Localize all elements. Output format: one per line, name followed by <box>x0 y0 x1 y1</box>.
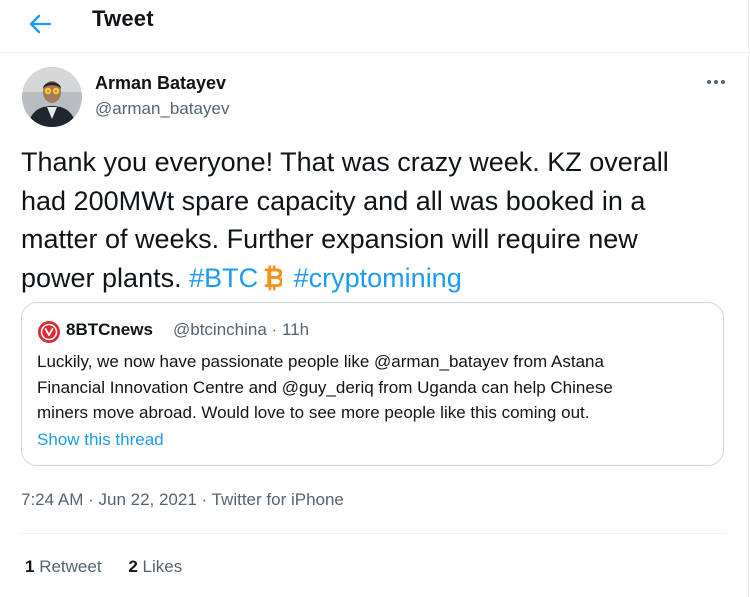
tweet-text: Thank you everyone! That was crazy week.… <box>21 143 721 301</box>
tweet-timestamp: 7:24 AM · Jun 22, 2021 · Twitter for iPh… <box>21 490 344 510</box>
quoted-line: Luckily, we now have passionate people l… <box>37 352 604 371</box>
hashtag-cryptomining[interactable]: #cryptomining <box>294 263 462 293</box>
meta-separator: · <box>83 490 99 509</box>
meta-separator: · <box>271 320 278 339</box>
tweet-line-text: power plants. <box>21 262 190 293</box>
more-horizontal-icon <box>707 80 725 84</box>
author-handle[interactable]: @arman_batayev <box>95 99 229 119</box>
meta-separator: · <box>196 490 212 509</box>
tweet-line: had 200MWt spare capacity and all was bo… <box>21 185 646 216</box>
tweet-page: Tweet Arman Batayev @arman_batayev Thank… <box>0 0 749 597</box>
quoted-line: Financial Innovation Centre and @guy_der… <box>37 377 613 397</box>
arrow-left-icon <box>29 14 52 34</box>
8btc-logo-icon <box>38 321 60 343</box>
avatar[interactable] <box>22 67 82 127</box>
quoted-author-name: 8BTCnews <box>66 320 153 339</box>
tweet-stats: 1 Retweet 2 Likes <box>25 557 204 577</box>
quoted-tweet[interactable]: 8BTCnews @btcinchina · 11h Luckily, we n… <box>21 302 724 466</box>
show-thread-link[interactable]: Show this thread <box>37 430 164 450</box>
likes-stat[interactable]: 2 Likes <box>128 557 182 576</box>
svg-text:₿: ₿ <box>263 263 282 291</box>
tweet-line: matter of weeks. Further expansion will … <box>21 224 638 254</box>
quoted-author-handle: @btcinchina <box>173 320 267 339</box>
retweets-stat[interactable]: 1 Retweet <box>25 557 102 576</box>
retweets-label: Retweet <box>39 557 102 576</box>
tweet-time[interactable]: 7:24 AM <box>21 490 83 509</box>
likes-label: Likes <box>142 557 183 576</box>
tweet-date[interactable]: Jun 22, 2021 <box>98 490 196 509</box>
tweet-line: Thank you everyone! That was crazy week.… <box>21 147 669 177</box>
more-button[interactable] <box>702 68 730 96</box>
quoted-time: 11h <box>281 320 310 339</box>
back-button[interactable] <box>26 9 56 39</box>
bitcoin-icon: ₿ <box>262 263 285 302</box>
quoted-line: miners move abroad. Would love to see mo… <box>37 403 590 422</box>
quoted-meta: @btcinchina · 11h <box>173 320 309 340</box>
author-name[interactable]: Arman Batayev <box>95 73 226 94</box>
divider <box>21 533 727 534</box>
page-title: Tweet <box>92 6 154 31</box>
header: Tweet <box>0 0 748 53</box>
retweets-count: 1 <box>25 557 35 576</box>
hashtag-btc[interactable]: #BTC <box>189 263 258 293</box>
tweet-line: power plants. #BTC ₿ #cryptomining <box>21 259 721 302</box>
tweet-source[interactable]: Twitter for iPhone <box>212 490 344 509</box>
quoted-text: Luckily, we now have passionate people l… <box>37 349 717 426</box>
likes-count: 2 <box>128 557 138 576</box>
